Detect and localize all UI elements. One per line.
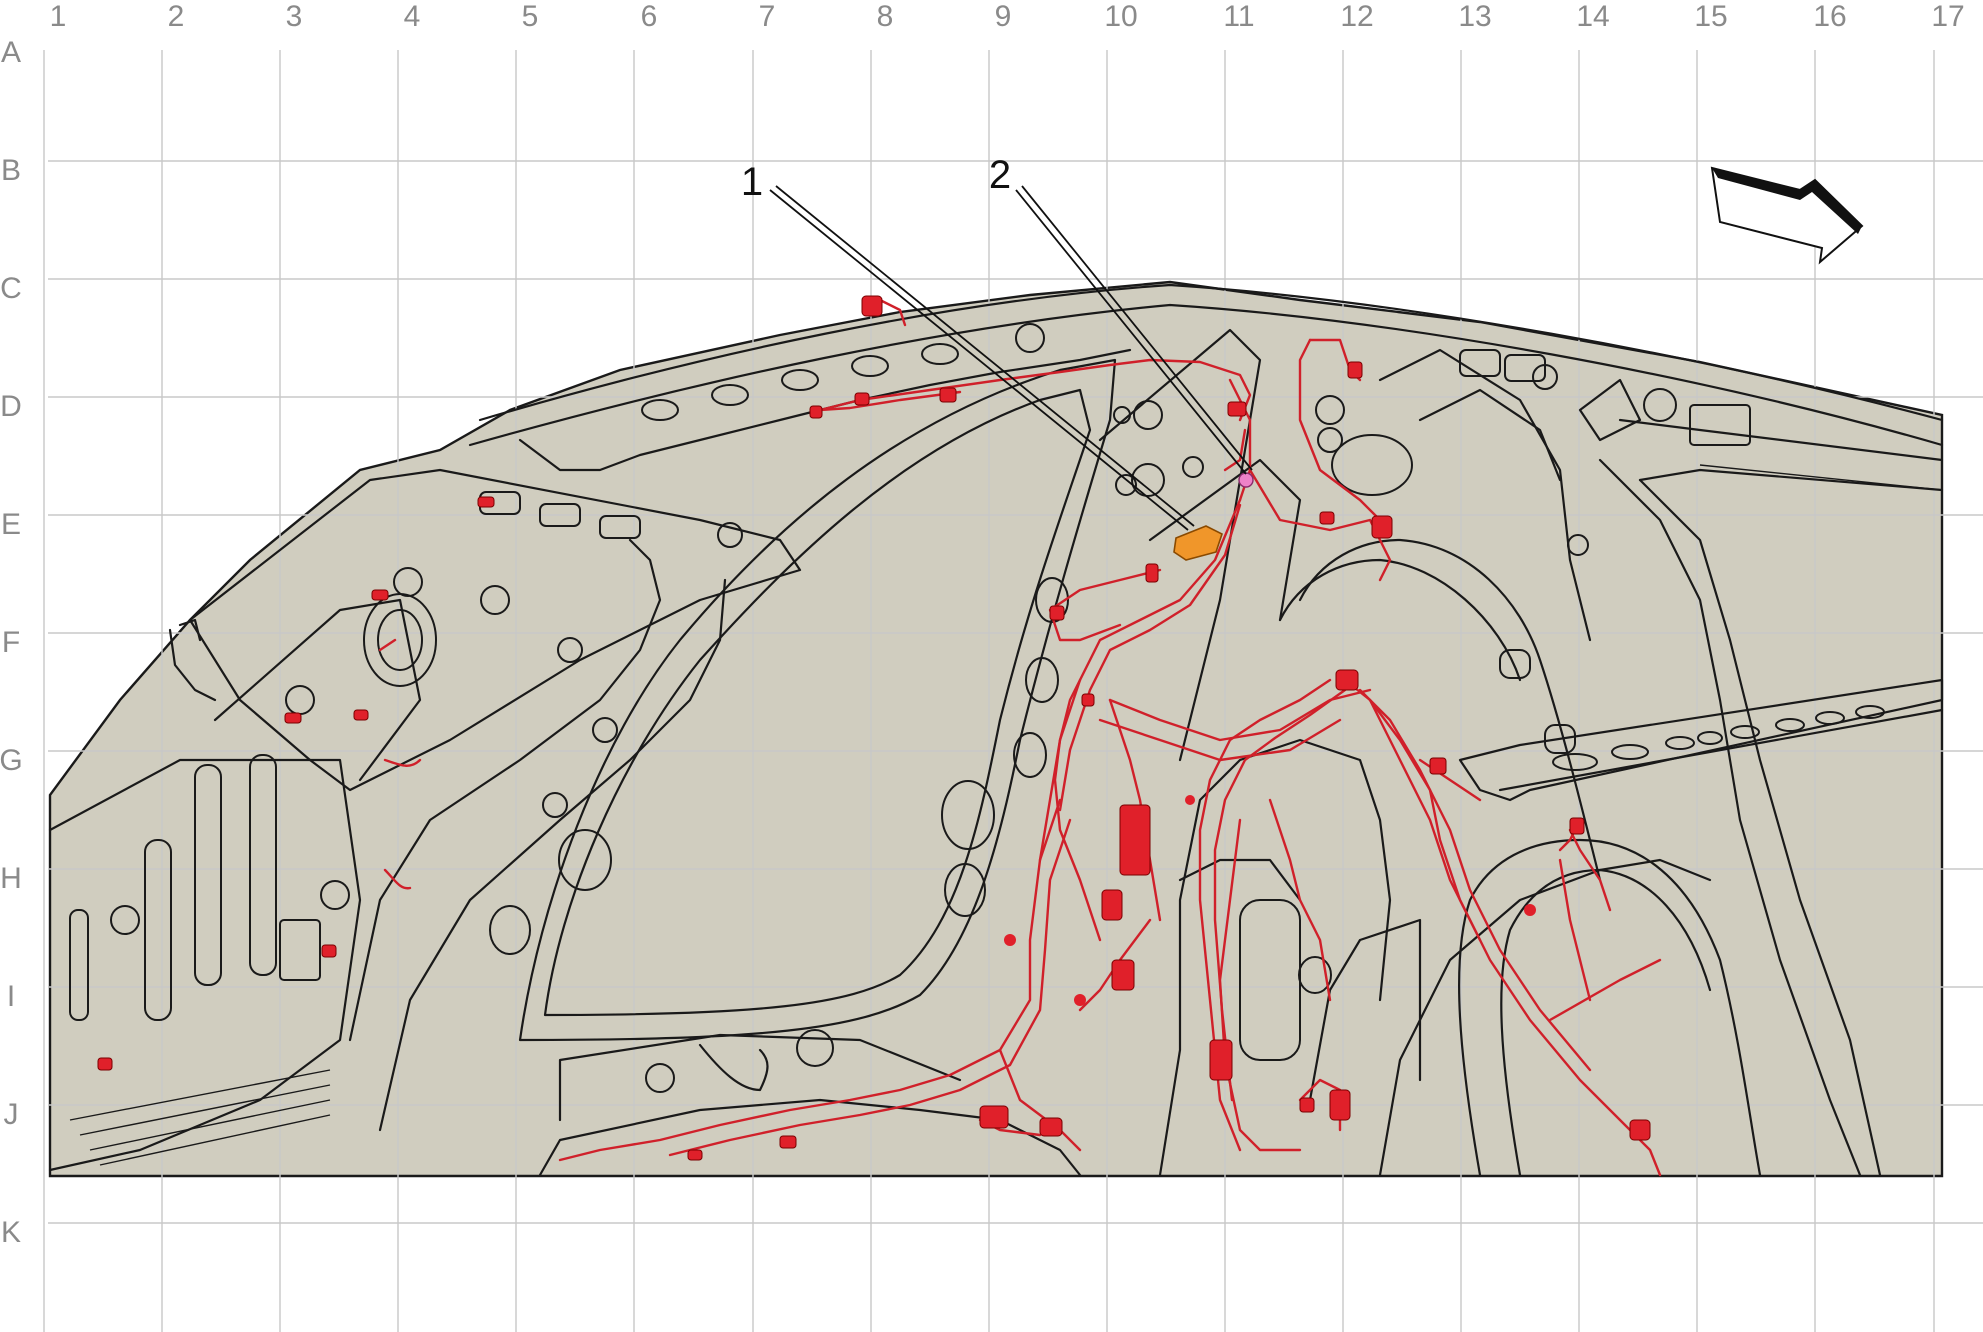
forward-direction-arrow-icon xyxy=(1710,166,1864,265)
grid-row-labels: ABCDEFGHIJKL xyxy=(0,36,23,1249)
highlighted-connector-2 xyxy=(1238,472,1254,488)
grid-row-label: J xyxy=(4,1098,19,1131)
grid-column-label: 5 xyxy=(522,0,539,33)
grid-row-label: K xyxy=(1,1216,21,1249)
grid-row-label: E xyxy=(1,508,21,541)
grid-column-labels: 1 2 3 4 5 6 7 8 9 10 11 12 13 14 15 16 17 xyxy=(50,0,1965,33)
grid-column-label: 4 xyxy=(404,0,421,33)
grid-column-label: 8 xyxy=(877,0,894,33)
vehicle-body-fill xyxy=(48,280,1944,1178)
grid-column-label: 14 xyxy=(1576,0,1609,33)
grid-column-label: 7 xyxy=(759,0,776,33)
grid-row-label: C xyxy=(0,272,22,305)
grid-row-label: H xyxy=(0,862,22,895)
grid-column-label: 13 xyxy=(1458,0,1491,33)
grid-column-label: 17 xyxy=(1931,0,1964,33)
grid-column-label: 3 xyxy=(286,0,303,33)
grid-row-label: F xyxy=(2,626,20,659)
grid-column-label: 11 xyxy=(1223,0,1254,33)
wiring-harness-diagram: 1 2 1 2 3 4 5 6 7 8 9 10 11 12 13 14 15 16 17 ABCDEFGHIJ… xyxy=(0,0,1983,1332)
callout-1-label: 1 xyxy=(741,160,763,204)
grid-row-label: A xyxy=(1,36,21,69)
grid-column-label: 9 xyxy=(995,0,1012,33)
grid-row-label: G xyxy=(0,744,23,777)
callout-2-label: 2 xyxy=(989,153,1011,197)
grid-column-label: 15 xyxy=(1694,0,1727,33)
grid-column-label: 10 xyxy=(1104,0,1137,33)
grid-row-label: D xyxy=(0,390,22,423)
grid-row-label: B xyxy=(1,154,21,187)
grid-column-label: 6 xyxy=(641,0,658,33)
grid-column-label: 16 xyxy=(1813,0,1846,33)
grid-column-label: 12 xyxy=(1340,0,1373,33)
grid-column-label: 2 xyxy=(168,0,185,33)
grid-column-label: 1 xyxy=(50,0,67,33)
grid-row-label: I xyxy=(7,980,15,1013)
